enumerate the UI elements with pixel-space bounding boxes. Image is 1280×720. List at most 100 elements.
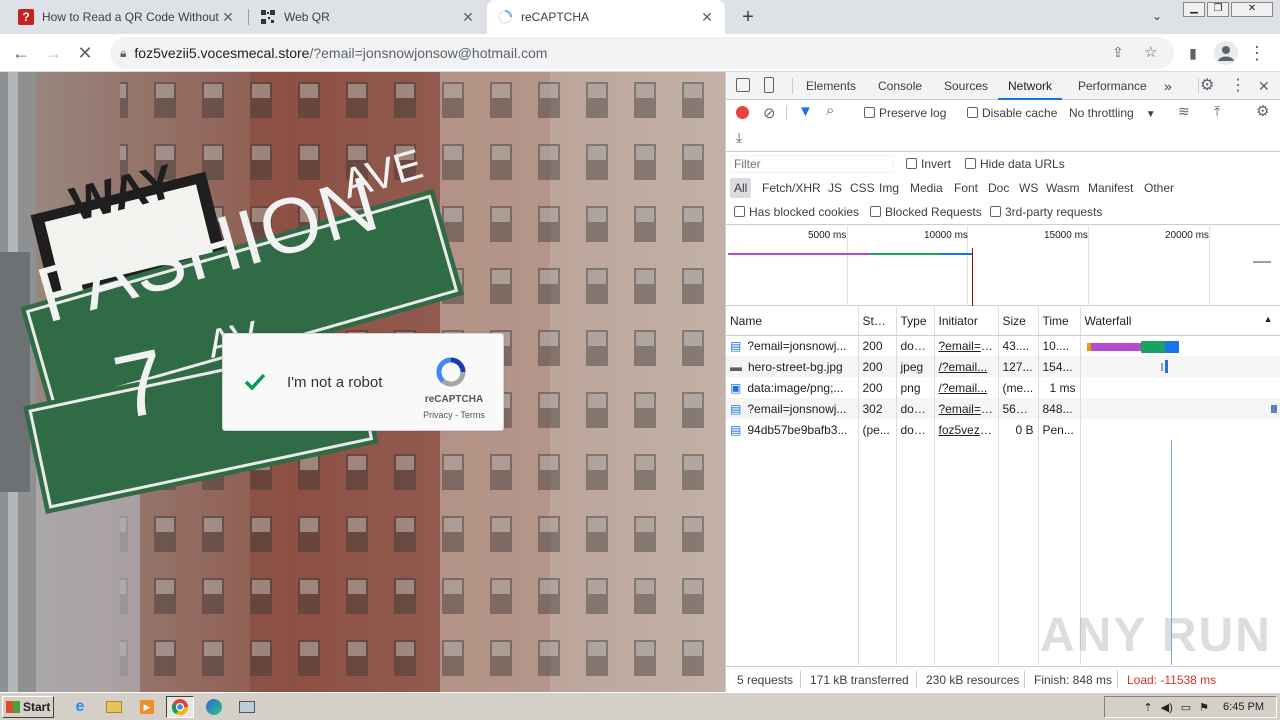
- volume-icon[interactable]: ◀): [1161, 701, 1173, 714]
- media-player-icon[interactable]: ▶: [133, 696, 161, 718]
- record-button[interactable]: [736, 106, 749, 119]
- col-name[interactable]: Name: [726, 307, 859, 336]
- tab-web-qr[interactable]: Web QR ✕: [250, 0, 486, 34]
- col-size[interactable]: Size: [998, 307, 1039, 336]
- inspect-element-icon[interactable]: [736, 78, 750, 92]
- request-initiator[interactable]: foz5vezii...: [934, 419, 999, 440]
- tab-console[interactable]: Console: [878, 72, 922, 100]
- type-manifest[interactable]: Manifest: [1084, 178, 1137, 198]
- restore-button[interactable]: ❐: [1207, 2, 1229, 17]
- forward-icon[interactable]: →: [38, 34, 68, 72]
- col-type[interactable]: Type: [896, 307, 935, 336]
- search-icon[interactable]: ⌕: [826, 102, 834, 119]
- more-tabs-icon[interactable]: »: [1164, 72, 1172, 100]
- close-tab-icon[interactable]: ✕: [460, 9, 476, 25]
- table-row[interactable]: ▤ 94db57be9bafb3... (pe... doc... foz5vez…: [726, 419, 1280, 440]
- share-icon[interactable]: ⇪: [1112, 44, 1124, 61]
- privacy-link[interactable]: Privacy: [423, 410, 453, 420]
- type-font[interactable]: Font: [950, 178, 982, 198]
- type-doc[interactable]: Doc: [984, 178, 1013, 198]
- type-wasm[interactable]: Wasm: [1042, 178, 1084, 198]
- request-initiator[interactable]: ?email=j...: [934, 398, 999, 419]
- type-js[interactable]: JS: [824, 178, 846, 198]
- request-name[interactable]: ▤ 94db57be9bafb3...: [726, 419, 859, 440]
- tab-recaptcha[interactable]: reCAPTCHA ✕: [487, 0, 725, 34]
- recaptcha-checkbox[interactable]: [241, 368, 269, 396]
- file-explorer-icon[interactable]: [100, 696, 128, 718]
- lock-icon[interactable]: 🔒︎: [120, 46, 126, 61]
- flag-icon[interactable]: ⚑: [1199, 701, 1209, 714]
- request-name[interactable]: ▤ ?email=jonsnowj...: [726, 335, 859, 356]
- close-tab-icon[interactable]: ✕: [220, 9, 236, 25]
- network-icon[interactable]: ▭: [1181, 701, 1191, 714]
- network-settings-gear-icon[interactable]: ⚙: [1256, 102, 1269, 120]
- import-har-icon[interactable]: ⤒: [1214, 103, 1220, 120]
- table-row[interactable]: ▤ ?email=jonsnowj... 302 doc... ?email=j.…: [726, 398, 1280, 419]
- bookmark-star-icon[interactable]: ☆: [1144, 43, 1157, 61]
- tab-qr-article[interactable]: ? How to Read a QR Code Without a C ✕: [8, 0, 246, 34]
- throttling-select[interactable]: No throttling ▼: [1069, 106, 1156, 120]
- type-media[interactable]: Media: [906, 178, 947, 198]
- disable-cache-checkbox[interactable]: Disable cache: [967, 106, 1057, 120]
- col-status[interactable]: Stat...: [858, 307, 897, 336]
- col-waterfall[interactable]: Waterfall ▲: [1080, 307, 1280, 336]
- new-tab-button[interactable]: +: [738, 5, 758, 29]
- preserve-log-checkbox[interactable]: Preserve log: [864, 106, 946, 120]
- settings-gear-icon[interactable]: ⚙: [1200, 72, 1214, 100]
- type-css[interactable]: CSS: [846, 178, 879, 198]
- hide-data-urls-checkbox[interactable]: Hide data URLs: [965, 157, 1065, 171]
- filter-text[interactable]: [731, 156, 891, 172]
- devtools-menu-icon[interactable]: ⋮: [1230, 72, 1246, 100]
- terms-link[interactable]: Terms: [460, 410, 485, 420]
- table-row[interactable]: ▤ ?email=jonsnowj... 200 doc... ?email=j.…: [726, 335, 1280, 356]
- menu-kebab-icon[interactable]: ⋮: [1242, 34, 1272, 72]
- internet-explorer-icon[interactable]: e: [66, 696, 94, 718]
- type-ws[interactable]: WS: [1015, 178, 1042, 198]
- table-row[interactable]: ▬ hero-street-bg.jpg 200 jpeg /?email... …: [726, 356, 1280, 377]
- edge-icon[interactable]: [200, 696, 228, 718]
- request-name[interactable]: ▬ hero-street-bg.jpg: [726, 356, 859, 377]
- invert-checkbox[interactable]: Invert: [906, 157, 951, 171]
- request-initiator[interactable]: /?email...: [934, 356, 999, 377]
- blocked-requests-checkbox[interactable]: Blocked Requests: [870, 205, 982, 219]
- stop-loading-icon[interactable]: ✕: [70, 34, 100, 72]
- filter-input[interactable]: [730, 155, 894, 173]
- export-har-icon[interactable]: ⤓: [736, 129, 742, 146]
- network-overview[interactable]: 5000 ms 10000 ms 15000 ms 20000 ms: [726, 226, 1280, 306]
- type-fetch-xhr[interactable]: Fetch/XHR: [758, 178, 825, 198]
- col-time[interactable]: Time: [1038, 307, 1081, 336]
- third-party-checkbox[interactable]: 3rd-party requests: [990, 205, 1102, 219]
- table-row[interactable]: ▣ data:image/png;... 200 png /?email... (…: [726, 377, 1280, 398]
- tab-network[interactable]: Network: [998, 72, 1063, 100]
- type-img[interactable]: Img: [875, 178, 903, 198]
- device-toolbar-icon[interactable]: [764, 77, 774, 93]
- request-initiator[interactable]: ?email=j...: [934, 335, 999, 356]
- remote-app-icon[interactable]: [233, 696, 261, 718]
- address-bar[interactable]: 🔒︎ foz5vezii5.vocesmecal.store/?email=jo…: [110, 37, 1174, 69]
- request-name[interactable]: ▤ ?email=jonsnowj...: [726, 398, 859, 419]
- tab-sources[interactable]: Sources: [944, 72, 988, 100]
- close-tab-icon[interactable]: ✕: [699, 9, 715, 25]
- profile-avatar[interactable]: [1214, 41, 1238, 65]
- close-window-button[interactable]: ✕: [1231, 2, 1273, 17]
- network-conditions-icon[interactable]: ≋: [1178, 103, 1190, 120]
- minimize-button[interactable]: ▁: [1183, 2, 1205, 17]
- type-other[interactable]: Other: [1140, 178, 1178, 198]
- request-initiator[interactable]: /?email...: [934, 377, 999, 398]
- clock[interactable]: 6:45 PM: [1223, 701, 1264, 713]
- tab-search-chevron-icon[interactable]: ⌄: [1152, 9, 1162, 23]
- col-initiator[interactable]: Initiator: [934, 307, 999, 336]
- chrome-icon[interactable]: [166, 696, 194, 718]
- filter-funnel-icon[interactable]: ▼: [798, 103, 813, 120]
- request-name[interactable]: ▣ data:image/png;...: [726, 377, 859, 398]
- clear-icon[interactable]: ⊘: [763, 104, 776, 122]
- tab-performance[interactable]: Performance: [1078, 72, 1147, 100]
- tab-elements[interactable]: Elements: [806, 72, 856, 100]
- back-icon[interactable]: ←: [6, 34, 36, 72]
- start-button[interactable]: Start: [2, 696, 54, 718]
- side-panel-icon[interactable]: ▮: [1178, 34, 1208, 72]
- close-devtools-icon[interactable]: ✕: [1258, 72, 1270, 100]
- tray-arrow-icon[interactable]: ⇡: [1143, 701, 1152, 714]
- type-all[interactable]: All: [730, 178, 752, 198]
- blocked-cookies-checkbox[interactable]: Has blocked cookies: [734, 205, 859, 219]
